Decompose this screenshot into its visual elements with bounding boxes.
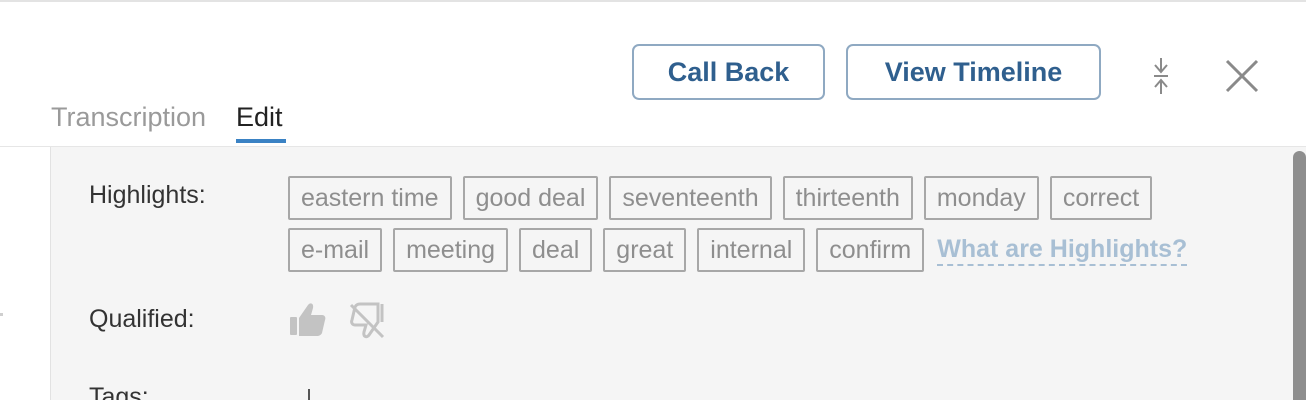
scrollbar[interactable] [1293, 151, 1306, 400]
collapse-icon[interactable] [1146, 56, 1176, 96]
left-edge-marker [0, 313, 3, 316]
thumbs-down-icon[interactable] [347, 299, 387, 341]
close-icon[interactable] [1222, 56, 1262, 96]
view-timeline-button[interactable]: View Timeline [846, 44, 1101, 100]
thumbs-up-icon[interactable] [288, 299, 328, 341]
highlights-row: eastern time good deal seventeenth thirt… [288, 176, 1153, 220]
highlight-chip: e-mail [288, 228, 383, 272]
left-sidebar-edge [0, 147, 51, 400]
highlight-chip: internal [697, 228, 806, 272]
active-tab-indicator [236, 139, 286, 143]
highlight-chip: confirm [816, 228, 925, 272]
highlights-label: Highlights: [89, 181, 206, 209]
tab-edit[interactable]: Edit [236, 98, 283, 136]
highlight-chip: deal [519, 228, 593, 272]
highlight-chip: meeting [393, 228, 509, 272]
highlight-chip: seventeenth [609, 176, 772, 220]
tags-input-cursor[interactable] [308, 389, 310, 400]
call-back-button[interactable]: Call Back [632, 44, 825, 100]
tab-transcription[interactable]: Transcription [51, 98, 206, 136]
highlights-row: e-mail meeting deal great internal confi… [288, 228, 1188, 272]
highlight-chip: good deal [462, 176, 599, 220]
tags-label: Tags: [89, 383, 149, 400]
what-are-highlights-link[interactable]: What are Highlights? [937, 234, 1188, 266]
edit-panel: Highlights: eastern time good deal seven… [51, 147, 1306, 400]
highlight-chip: monday [923, 176, 1039, 220]
qualified-label: Qualified: [89, 305, 195, 333]
highlight-chip: eastern time [288, 176, 452, 220]
highlight-chip: correct [1049, 176, 1153, 220]
highlight-chip: thirteenth [782, 176, 913, 220]
header: Call Back View Timeline Transcription Ed… [0, 2, 1306, 147]
highlight-chip: great [603, 228, 687, 272]
